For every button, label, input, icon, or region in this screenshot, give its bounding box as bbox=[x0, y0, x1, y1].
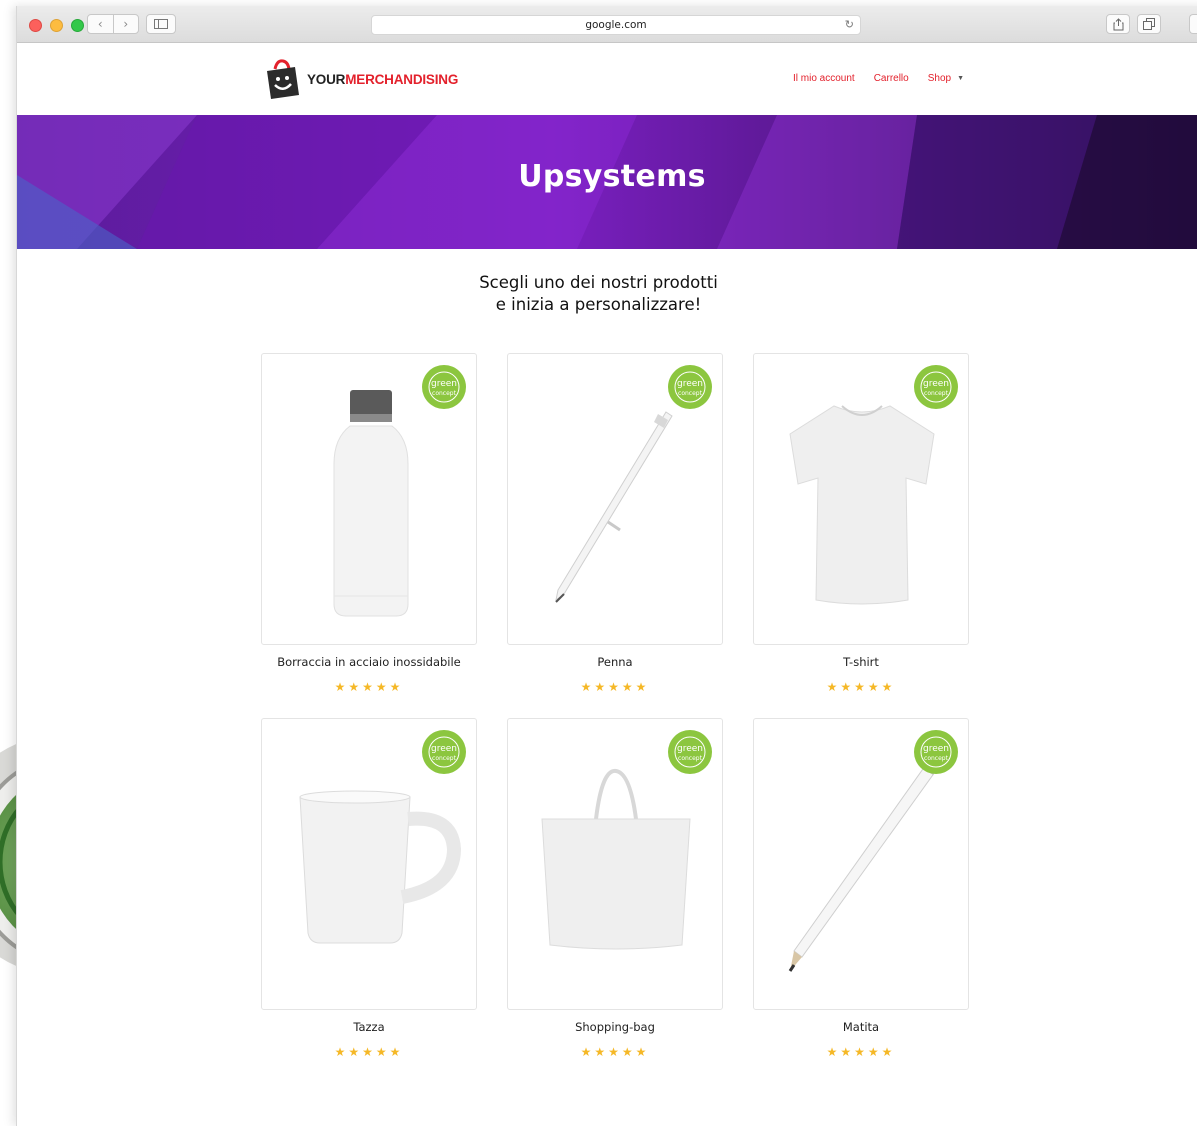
badge-text-2: concept bbox=[924, 755, 949, 762]
site-header: YOURMERCHANDISING Il mio account Carrell… bbox=[17, 43, 1197, 115]
product-card[interactable]: green concept Shopping-bag ★★★★★ bbox=[507, 718, 723, 1059]
badge-text-2: concept bbox=[678, 755, 703, 762]
green-concept-badge: green concept bbox=[422, 365, 466, 409]
zoom-window-button[interactable] bbox=[71, 19, 84, 32]
url-text: google.com bbox=[585, 19, 647, 31]
tabs-icon bbox=[1143, 18, 1155, 30]
chevron-right-icon[interactable]: › bbox=[114, 15, 139, 33]
hero-banner: Upsystems bbox=[17, 115, 1197, 249]
nav-shop[interactable]: Shop ▼ bbox=[928, 73, 964, 84]
reload-icon[interactable]: ↻ bbox=[845, 16, 854, 34]
product-name[interactable]: Penna bbox=[507, 655, 723, 669]
close-window-button[interactable] bbox=[29, 19, 42, 32]
nav-cart[interactable]: Carrello bbox=[874, 73, 909, 84]
product-image-frame[interactable]: green concept bbox=[753, 718, 969, 1010]
page-title: Upsystems bbox=[518, 159, 706, 194]
badge-text: green bbox=[923, 379, 949, 389]
green-concept-badge: green concept bbox=[668, 730, 712, 774]
sidebar-icon bbox=[154, 19, 168, 29]
badge-text: green bbox=[923, 744, 949, 754]
intro-line-1: Scegli uno dei nostri prodotti bbox=[479, 273, 718, 292]
nav-shop-label: Shop bbox=[927, 73, 952, 84]
logo-text-merchandising: MERCHANDISING bbox=[345, 71, 459, 87]
green-concept-badge: green concept bbox=[914, 730, 958, 774]
product-image-frame[interactable]: green concept bbox=[753, 353, 969, 645]
chevron-left-icon[interactable]: ‹ bbox=[88, 15, 114, 33]
product-name[interactable]: Shopping-bag bbox=[507, 1020, 723, 1034]
chevron-down-icon: ▼ bbox=[957, 75, 965, 82]
history-nav: ‹ › bbox=[87, 14, 139, 34]
rating-stars: ★★★★★ bbox=[334, 1045, 404, 1059]
badge-text: green bbox=[431, 379, 457, 389]
badge-text-2: concept bbox=[924, 390, 949, 397]
green-concept-badge: green concept bbox=[914, 365, 958, 409]
share-button[interactable] bbox=[1106, 14, 1130, 34]
tabs-button[interactable] bbox=[1137, 14, 1161, 34]
intro-line-2: e inizia a personalizzare! bbox=[495, 295, 702, 314]
product-card[interactable]: green concept T-shirt ★★★★★ bbox=[753, 353, 969, 694]
green-concept-badge: green concept bbox=[422, 730, 466, 774]
badge-text: green bbox=[677, 744, 703, 754]
browser-toolbar: ‹ › google.com ↻ bbox=[17, 6, 1197, 43]
rating-stars: ★★★★★ bbox=[826, 680, 896, 694]
product-image-frame[interactable]: green concept bbox=[507, 353, 723, 645]
badge-text: green bbox=[677, 379, 703, 389]
rating-stars: ★★★★★ bbox=[334, 680, 404, 694]
product-name[interactable]: Borraccia in acciaio inossidabile bbox=[261, 655, 477, 669]
product-card[interactable]: green concept Matita ★★★★★ bbox=[753, 718, 969, 1059]
badge-text-2: concept bbox=[432, 390, 457, 397]
rating-stars: ★★★★★ bbox=[580, 1045, 650, 1059]
main-nav: Il mio account Carrello Shop ▼ bbox=[793, 73, 964, 84]
product-image-frame[interactable]: green concept bbox=[261, 718, 477, 1010]
intro-text: Scegli uno dei nostri prodotti e inizia … bbox=[0, 272, 1197, 316]
rating-stars: ★★★★★ bbox=[580, 680, 650, 694]
minimize-window-button[interactable] bbox=[50, 19, 63, 32]
badge-text-2: concept bbox=[432, 755, 457, 762]
product-name[interactable]: Tazza bbox=[261, 1020, 477, 1034]
toolbar-extra-button[interactable] bbox=[1189, 14, 1197, 34]
logo-text: YOURMERCHANDISING bbox=[307, 72, 458, 87]
shopping-bag-logo-icon bbox=[267, 59, 299, 99]
product-image-frame[interactable]: green concept bbox=[507, 718, 723, 1010]
share-icon bbox=[1113, 17, 1123, 30]
window-controls bbox=[29, 19, 84, 32]
product-name[interactable]: T-shirt bbox=[753, 655, 969, 669]
rating-stars: ★★★★★ bbox=[826, 1045, 896, 1059]
product-name[interactable]: Matita bbox=[753, 1020, 969, 1034]
badge-text-2: concept bbox=[678, 390, 703, 397]
badge-text: green bbox=[431, 744, 457, 754]
sidebar-toggle-button[interactable] bbox=[146, 14, 176, 34]
product-card[interactable]: green concept Tazza ★★★★★ bbox=[261, 718, 477, 1059]
product-image-frame[interactable]: green concept bbox=[261, 353, 477, 645]
site-logo[interactable]: YOURMERCHANDISING bbox=[263, 57, 458, 101]
product-card[interactable]: green concept Penna ★★★★★ bbox=[507, 353, 723, 694]
product-card[interactable]: green concept Borraccia in acciaio inoss… bbox=[261, 353, 477, 694]
nav-my-account[interactable]: Il mio account bbox=[793, 73, 855, 84]
logo-text-your: YOUR bbox=[307, 71, 346, 87]
address-bar[interactable]: google.com ↻ bbox=[371, 15, 861, 35]
green-concept-badge: green concept bbox=[668, 365, 712, 409]
